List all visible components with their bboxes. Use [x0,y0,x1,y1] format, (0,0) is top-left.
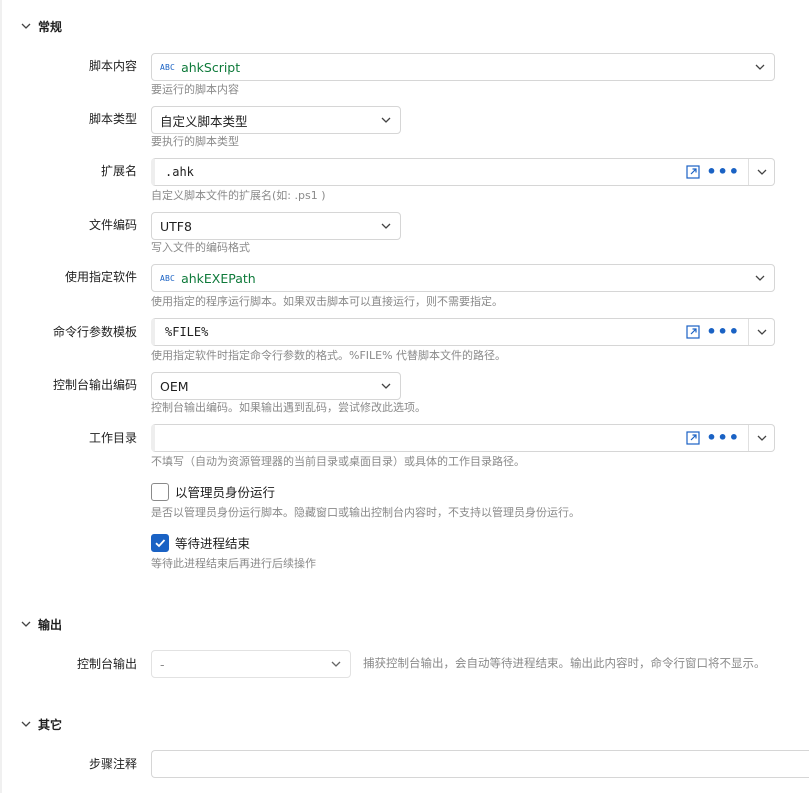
section-output-title: 输出 [38,617,63,632]
script-type-value: 自定义脚本类型 [160,113,248,129]
run-as-admin-hint: 是否以管理员身份运行脚本。隐藏窗口或输出控制台内容时，不支持以管理员身份运行。 [151,506,580,519]
work-dir-dropdown-button[interactable] [748,425,774,451]
chevron-down-icon [381,117,391,123]
cmd-template-hint: 使用指定软件时指定命令行参数的格式。%FILE% 代替脚本文件的路径。 [151,349,507,362]
chevron-down-icon [757,329,766,335]
console-output-value: - [160,656,165,672]
console-encoding-label: 控制台输出编码 [52,378,137,392]
wait-process-hint: 等待此进程结束后再进行后续操作 [151,557,316,570]
cmd-template-input[interactable]: %FILE% ••• [151,318,775,346]
use-software-hint: 使用指定的程序运行脚本。如果双击脚本可以直接运行，则不需要指定。 [151,295,503,308]
script-content-hint: 要运行的脚本内容 [151,83,239,96]
console-encoding-hint: 控制台输出编码。如果输出遇到乱码，尝试修改此选项。 [151,401,426,414]
script-content-label: 脚本内容 [88,59,137,73]
extension-label: 扩展名 [100,164,137,178]
extension-dropdown-button[interactable] [748,159,774,185]
chevron-down-icon [757,435,766,441]
extension-hint: 自定义脚本文件的扩展名(如: .ps1 ) [151,189,326,202]
more-dots-icon[interactable]: ••• [706,324,740,340]
chevron-down-icon [381,223,391,229]
script-content-select[interactable]: ABC ahkScript [151,53,775,81]
extension-input[interactable]: .ahk ••• [151,158,775,186]
section-other-title: 其它 [38,717,63,732]
chevron-down-icon [21,621,31,627]
script-type-select[interactable]: 自定义脚本类型 [151,106,401,134]
section-other-header[interactable]: 其它 [20,714,62,734]
script-type-label: 脚本类型 [88,112,137,126]
open-external-icon[interactable] [686,431,700,445]
open-external-icon[interactable] [686,325,700,339]
work-dir-hint: 不填写（自动为资源管理器的当前目录或桌面目录）或具体的工作目录路径。 [151,455,525,468]
open-external-icon[interactable] [686,165,700,179]
variable-badge-icon: ABC [160,62,176,72]
console-output-select[interactable]: - [151,650,351,678]
work-dir-input[interactable]: ••• [151,424,775,452]
chevron-down-icon [757,169,766,175]
section-general-title: 常规 [38,19,63,34]
run-as-admin-checkbox[interactable] [151,482,169,501]
chevron-down-icon [755,275,765,281]
console-output-label: 控制台输出 [76,657,137,671]
section-general-header[interactable]: 常规 [20,16,62,36]
file-encoding-value: UTF8 [160,218,192,234]
run-as-admin-label: 以管理员身份运行 [175,485,276,500]
chevron-down-icon [21,721,31,727]
chevron-down-icon [21,23,31,29]
more-dots-icon[interactable]: ••• [706,164,740,180]
script-type-hint: 要执行的脚本类型 [151,135,239,148]
use-software-value: ahkEXEPath [181,270,256,286]
wait-process-checkbox[interactable] [151,533,169,552]
step-note-label: 步骤注释 [88,757,137,771]
console-encoding-value: OEM [160,378,189,394]
wait-process-row[interactable]: 等待进程结束 [151,533,250,552]
step-note-input[interactable] [151,750,809,778]
cmd-template-value: %FILE% [165,325,209,339]
more-dots-icon[interactable]: ••• [706,430,740,446]
run-as-admin-row[interactable]: 以管理员身份运行 [151,482,275,501]
file-encoding-select[interactable]: UTF8 [151,212,401,240]
console-output-hint: 捕获控制台输出，会自动等待进程结束。输出此内容时，命令行窗口将不显示。 [363,656,766,670]
cmd-template-dropdown-button[interactable] [748,319,774,345]
section-output-header[interactable]: 输出 [20,614,62,634]
file-encoding-label: 文件编码 [88,218,137,232]
checkmark-icon [155,538,166,547]
script-content-value: ahkScript [181,59,241,75]
chevron-down-icon [755,64,765,70]
cmd-template-label: 命令行参数模板 [52,325,137,339]
use-software-select[interactable]: ABC ahkEXEPath [151,264,775,292]
use-software-label: 使用指定软件 [64,270,137,284]
variable-badge-icon: ABC [160,273,176,283]
chevron-down-icon [381,383,391,389]
chevron-down-icon [331,661,341,667]
work-dir-label: 工作目录 [88,431,137,445]
wait-process-label: 等待进程结束 [175,536,251,551]
extension-value: .ahk [165,165,194,179]
console-encoding-select[interactable]: OEM [151,372,401,400]
file-encoding-hint: 写入文件的编码格式 [151,241,250,254]
